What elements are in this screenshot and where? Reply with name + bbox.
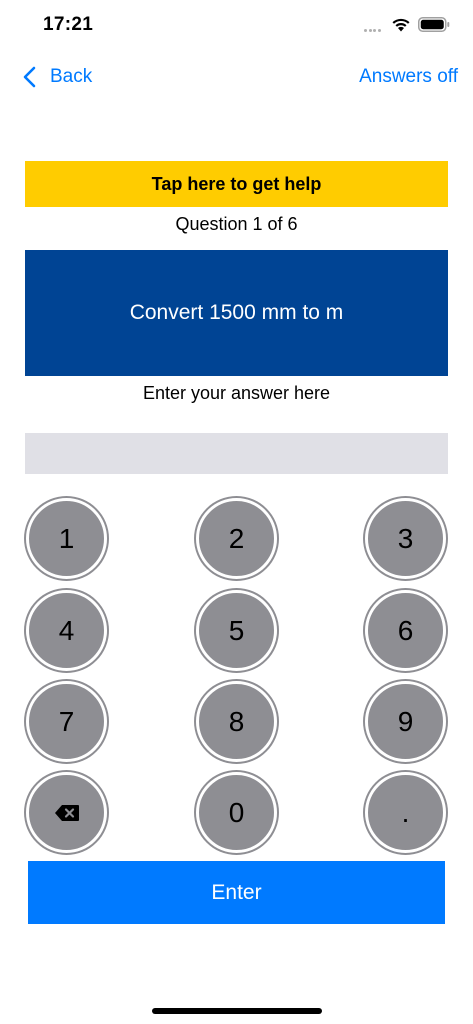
cellular-dots-icon bbox=[364, 29, 384, 33]
backspace-icon bbox=[54, 804, 79, 821]
key-1[interactable]: 1 bbox=[26, 498, 107, 579]
key-6[interactable]: 6 bbox=[365, 590, 446, 671]
key-2[interactable]: 2 bbox=[196, 498, 277, 579]
back-button[interactable]: Back bbox=[22, 62, 92, 92]
back-button-label: Back bbox=[50, 66, 93, 87]
wifi-icon bbox=[392, 18, 410, 32]
key-8[interactable]: 8 bbox=[196, 681, 277, 762]
key-5[interactable]: 5 bbox=[196, 590, 277, 671]
answer-input[interactable] bbox=[25, 433, 448, 474]
status-bar: 17:21 bbox=[0, 0, 473, 52]
question-box: Convert 1500 mm to m bbox=[25, 250, 448, 376]
answer-prompt: Enter your answer here bbox=[142, 383, 331, 403]
key-0[interactable]: 0 bbox=[196, 772, 277, 853]
status-time: 17:21 bbox=[43, 14, 94, 35]
key-4[interactable]: 4 bbox=[26, 590, 107, 671]
home-indicator[interactable] bbox=[152, 1008, 322, 1014]
key-9[interactable]: 9 bbox=[365, 681, 446, 762]
key-3[interactable]: 3 bbox=[365, 498, 446, 579]
question-text: Convert 1500 mm to m bbox=[129, 301, 344, 324]
battery-icon bbox=[418, 17, 450, 32]
screen: 17:21 Back Answers off Tap here to get h… bbox=[0, 0, 473, 1024]
key-7[interactable]: 7 bbox=[26, 681, 107, 762]
backspace-key[interactable] bbox=[26, 772, 107, 853]
chevron-left-icon bbox=[23, 66, 36, 88]
help-button[interactable]: Tap here to get help bbox=[25, 161, 448, 207]
answers-toggle-button[interactable]: Answers off bbox=[359, 62, 458, 92]
key-decimal[interactable]: . bbox=[365, 772, 446, 853]
question-counter: Question 1 of 6 bbox=[175, 214, 298, 234]
enter-button[interactable]: Enter bbox=[28, 861, 445, 924]
